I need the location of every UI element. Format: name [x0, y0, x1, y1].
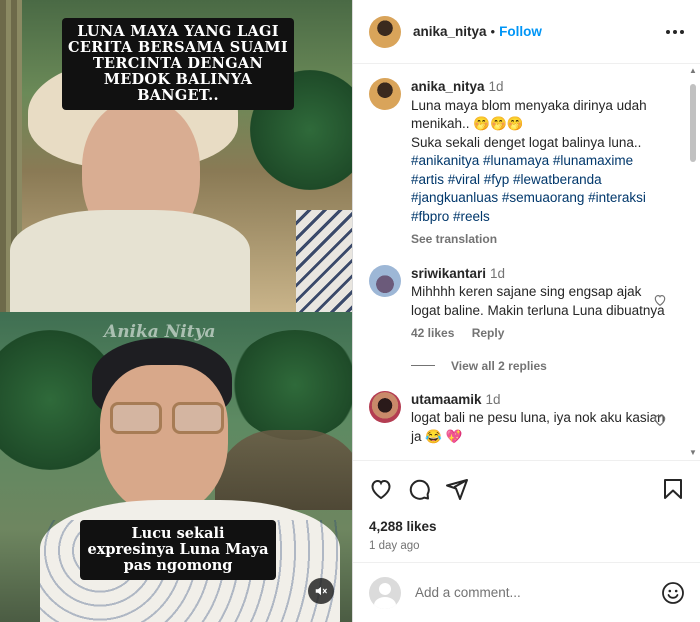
avatar	[369, 576, 401, 609]
post-panel: anika_nitya • Follow anika_nitya 1d Luna …	[352, 0, 700, 622]
speaker-muted-icon	[315, 586, 327, 596]
add-comment-bar: Add a comment...	[353, 562, 700, 622]
comments-list[interactable]: anika_nitya 1d Luna maya blom menyaka dir…	[353, 64, 687, 460]
comment-input[interactable]: Add a comment...	[415, 585, 521, 600]
scrollbar-thumb[interactable]	[690, 84, 696, 162]
avatar[interactable]	[369, 264, 401, 297]
avatar[interactable]	[369, 78, 401, 110]
palm-foliage	[230, 330, 352, 440]
heart-icon[interactable]	[653, 413, 667, 427]
comment-username[interactable]: sriwikantari	[411, 266, 486, 281]
follow-button[interactable]: Follow	[499, 24, 542, 39]
video-player[interactable]: LUNA MAYA YANG LAGI CERITA BERSAMA SUAMI…	[0, 0, 352, 622]
caption-text-line1: Luna maya blom menyaka dirinya udah meni…	[411, 97, 647, 132]
video-watermark: Anika Nitya	[104, 322, 216, 342]
comment-time: 1d	[490, 265, 506, 281]
posted-time: 1 day ago	[369, 540, 420, 552]
mute-button[interactable]	[308, 578, 334, 604]
see-translation-link[interactable]: See translation	[411, 230, 669, 249]
caption-username[interactable]: anika_nitya	[411, 79, 485, 94]
emoji-icon[interactable]	[661, 581, 685, 605]
caption-hashtags[interactable]: #anikanitya #lunamaya #lunamaxime #artis…	[411, 152, 669, 226]
post-caption: anika_nitya 1d Luna maya blom menyaka dir…	[369, 78, 687, 249]
comment-item: sriwikantari 1d Mihhhh keren sajane sing …	[369, 264, 687, 343]
post-header: anika_nitya • Follow	[353, 0, 700, 64]
comments-scrollbar[interactable]: ▲ ▼	[688, 66, 698, 458]
avatar[interactable]	[369, 390, 401, 423]
comment-text: logat bali ne pesu luna, iya nok aku kas…	[411, 410, 665, 444]
header-username[interactable]: anika_nitya	[413, 24, 487, 39]
comment-item: utamaamik 1d logat bali ne pesu luna, iya…	[369, 390, 687, 447]
woman-body	[10, 210, 250, 312]
comment-icon[interactable]	[407, 477, 431, 501]
scroll-down-arrow-icon[interactable]: ▼	[688, 448, 698, 458]
man-face	[100, 365, 228, 515]
view-replies-button[interactable]: View all 2 replies	[411, 359, 687, 373]
scroll-up-arrow-icon[interactable]: ▲	[688, 66, 698, 76]
person-shirt-edge	[296, 210, 352, 312]
like-heart-icon[interactable]	[369, 477, 393, 501]
video-caption-bottom: Lucu sekali expresinya Luna Maya pas ngo…	[80, 520, 276, 580]
glasses	[110, 402, 228, 436]
reply-button[interactable]: Reply	[472, 326, 505, 340]
caption-time: 1d	[488, 79, 504, 94]
comment-username[interactable]: utamaamik	[411, 392, 482, 407]
video-caption-top: LUNA MAYA YANG LAGI CERITA BERSAMA SUAMI…	[62, 18, 294, 110]
avatar[interactable]	[369, 15, 401, 48]
likes-count[interactable]: 4,288 likes	[369, 519, 685, 534]
separator-dot: •	[490, 24, 496, 39]
share-icon[interactable]	[445, 477, 469, 501]
post-actions: 4,288 likes 1 day ago	[353, 460, 700, 552]
comment-text: Mihhhh keren sajane sing engsap ajak log…	[411, 284, 665, 318]
more-options-icon[interactable]	[666, 29, 684, 34]
heart-icon[interactable]	[653, 293, 667, 307]
caption-text-line2: Suka sekali denget logat balinya luna..	[411, 134, 642, 150]
comment-likes[interactable]: 42 likes	[411, 326, 454, 340]
bookmark-icon[interactable]	[661, 477, 685, 501]
comment-time: 1d	[485, 391, 501, 407]
